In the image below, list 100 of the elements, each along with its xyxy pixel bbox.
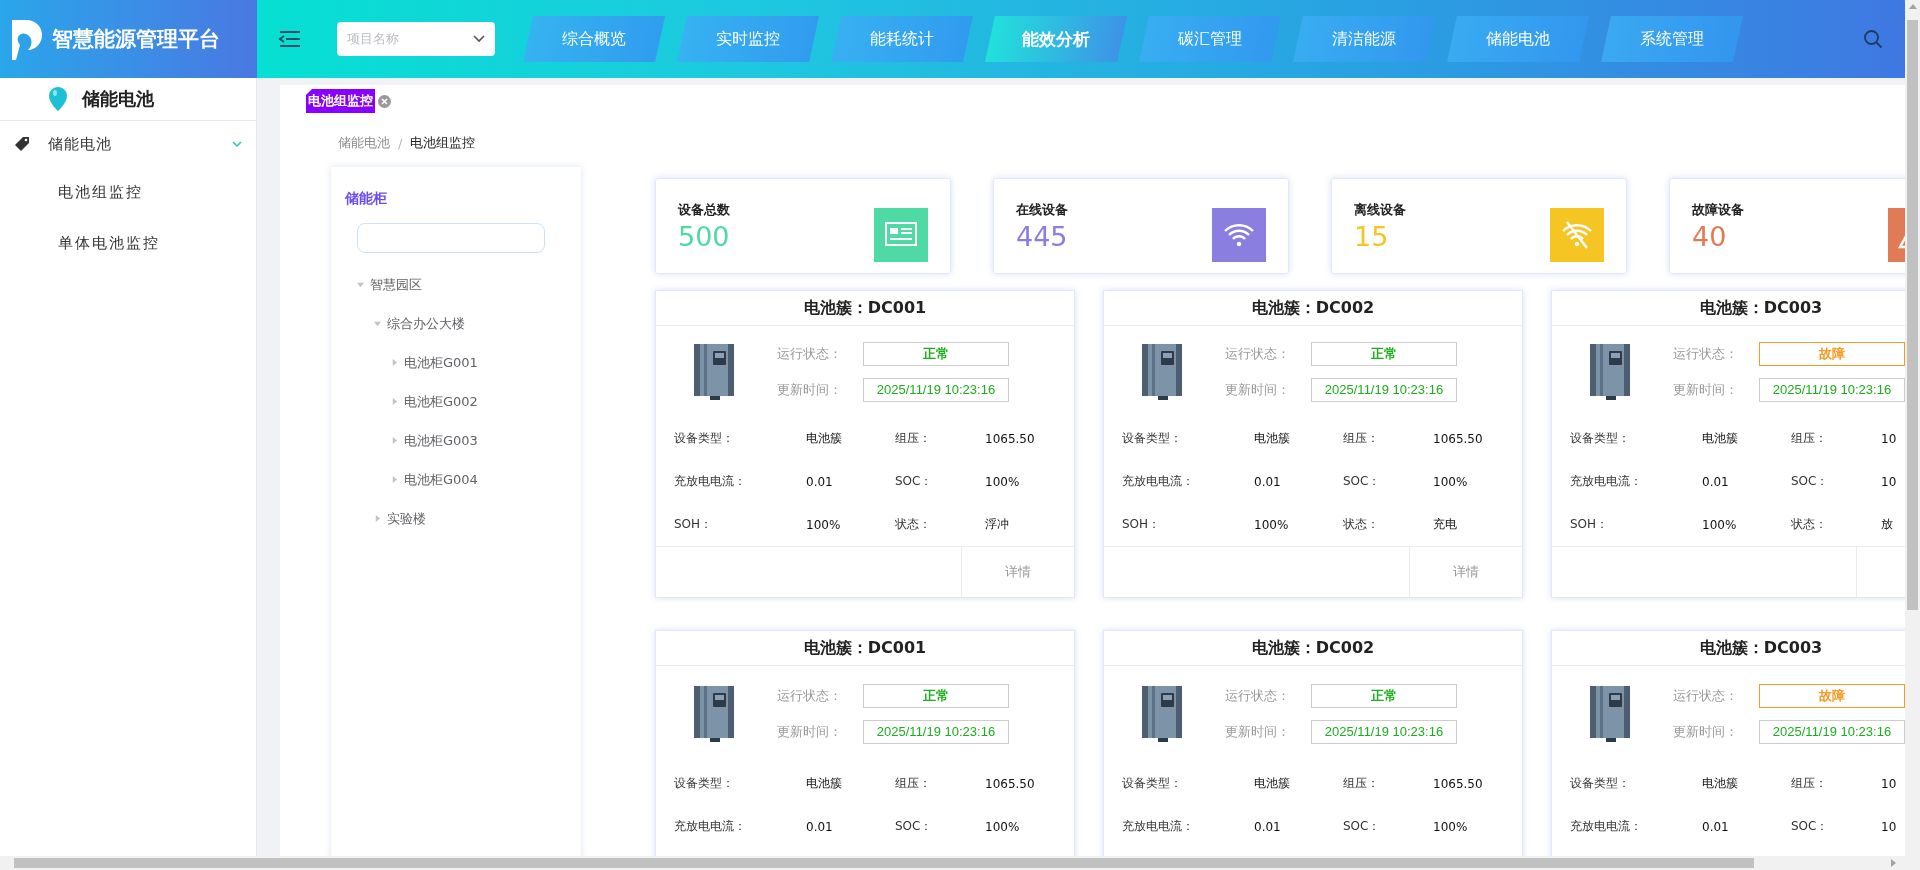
- battery-cabinet-icon: [1141, 341, 1183, 402]
- field-value: 0.01: [806, 474, 834, 489]
- nav-tab[interactable]: 系统管理: [1601, 16, 1743, 62]
- tag-icon: [14, 136, 30, 152]
- tree-node[interactable]: 电池柜G002: [345, 382, 581, 421]
- field-label: 更新时间：: [777, 723, 843, 741]
- tree-search-field[interactable]: [357, 223, 545, 253]
- field-value: 0.01: [1702, 474, 1730, 489]
- field-value: 100%: [1254, 517, 1290, 532]
- field-label: 更新时间：: [1225, 723, 1291, 741]
- scroll-up-arrow-icon[interactable]: [1908, 4, 1917, 9]
- menu-icon[interactable]: [277, 29, 303, 49]
- field-label: 运行状态：: [777, 344, 843, 363]
- breadcrumb-item[interactable]: 储能电池: [338, 134, 390, 152]
- battery-cabinet-icon: [693, 341, 735, 402]
- id-card-icon: [874, 208, 928, 262]
- field-label: 充放电电流：: [674, 473, 747, 490]
- caret-icon: [391, 359, 398, 366]
- wifi-icon: [1212, 208, 1266, 262]
- sidebar-title: 储能电池: [82, 87, 154, 111]
- nav-tab[interactable]: 碳汇管理: [1139, 16, 1281, 62]
- field-value: 充电: [1433, 516, 1458, 533]
- status-value: 正常: [863, 341, 1009, 366]
- stat-label: 故障设备: [1692, 201, 1745, 219]
- tree-node[interactable]: 电池柜G003: [345, 421, 581, 460]
- card-title: 电池簇：DC001: [656, 291, 1074, 326]
- field-label: 运行状态：: [777, 687, 843, 705]
- field-value: 1065.50: [1433, 431, 1484, 446]
- field-value: 浮冲: [985, 516, 1010, 533]
- nav-tab[interactable]: 清洁能源: [1293, 16, 1435, 62]
- field-label: 状态：: [1343, 516, 1380, 533]
- caret-icon: [391, 398, 398, 405]
- tree-node[interactable]: 实验楼: [345, 499, 581, 538]
- field-label: 组压：: [1791, 775, 1828, 792]
- field-value: 10: [1881, 431, 1898, 446]
- battery-cabinet-icon: [1141, 684, 1183, 744]
- sidebar-submenu-item[interactable]: 电池组监控: [0, 167, 256, 218]
- search-icon[interactable]: [1863, 29, 1883, 49]
- field-value: 电池簇: [806, 430, 843, 447]
- status-value: 正常: [1311, 341, 1457, 366]
- wifi-off-icon: [1550, 208, 1604, 262]
- field-label: 状态：: [1791, 516, 1828, 533]
- vertical-scrollbar-thumb[interactable]: [1907, 20, 1918, 610]
- field-value: 0.01: [1254, 819, 1282, 834]
- field-label: SOC：: [1791, 473, 1830, 490]
- field-value: 100%: [985, 474, 1021, 489]
- field-label: SOH：: [1122, 516, 1162, 533]
- horizontal-scrollbar-thumb[interactable]: [14, 858, 1754, 868]
- field-label: 组压：: [1791, 430, 1828, 447]
- field-value: 0.01: [806, 819, 834, 834]
- details-button[interactable]: 详情: [1409, 547, 1522, 597]
- field-value: 电池簇: [806, 775, 843, 792]
- field-label: 组压：: [895, 775, 932, 792]
- field-label: 设备类型：: [1570, 775, 1631, 792]
- field-value: 0.01: [1702, 819, 1730, 834]
- caret-icon: [374, 515, 381, 522]
- stat-value: 445: [1016, 221, 1068, 253]
- nav-tab[interactable]: 实时监控: [677, 16, 819, 62]
- page-tab[interactable]: 电池组监控: [306, 89, 375, 113]
- stat-label: 设备总数: [678, 201, 731, 219]
- caret-icon: [391, 476, 398, 483]
- breadcrumb-separator: /: [398, 135, 403, 151]
- field-label: 运行状态：: [1673, 344, 1739, 363]
- tree-node[interactable]: 智慧园区: [345, 265, 581, 304]
- details-button[interactable]: 详情: [961, 547, 1074, 597]
- nav-tab[interactable]: 能耗统计: [831, 16, 973, 62]
- field-label: 充放电电流：: [1570, 473, 1643, 490]
- field-label: SOH：: [674, 516, 714, 533]
- field-label: 运行状态：: [1225, 344, 1291, 363]
- status-value: 正常: [863, 684, 1009, 708]
- tree-node[interactable]: 电池柜G001: [345, 343, 581, 382]
- field-label: 更新时间：: [1673, 723, 1739, 741]
- field-value: 1065.50: [985, 776, 1036, 791]
- tree-node[interactable]: 综合办公大楼: [345, 304, 581, 343]
- time-value: 2025/11/19 10:23:16: [1311, 720, 1457, 744]
- field-label: SOH：: [1570, 516, 1610, 533]
- battery-cabinet-icon: [1589, 341, 1631, 402]
- tree-node[interactable]: 电池柜G004: [345, 460, 581, 499]
- caret-icon: [374, 320, 381, 327]
- field-label: 设备类型：: [674, 775, 735, 792]
- scroll-right-arrow-icon[interactable]: [1891, 859, 1896, 867]
- card-title: 电池簇：DC001: [656, 631, 1074, 666]
- field-value: 100%: [806, 517, 842, 532]
- sidebar-menu-item[interactable]: 储能电池: [0, 121, 256, 167]
- caret-icon: [391, 437, 398, 444]
- nav-tab[interactable]: 储能电池: [1447, 16, 1589, 62]
- project-select[interactable]: 项目名称: [337, 22, 495, 56]
- logo-icon: [10, 18, 44, 60]
- close-icon[interactable]: [378, 94, 391, 108]
- stat-value: 500: [678, 221, 730, 253]
- nav-tab[interactable]: 综合概览: [523, 16, 665, 62]
- caret-icon: [357, 281, 364, 288]
- field-value: 100%: [985, 819, 1021, 834]
- sidebar-submenu-item[interactable]: 单体电池监控: [0, 218, 256, 269]
- status-value: 故障: [1759, 341, 1905, 366]
- field-value: 10: [1881, 776, 1898, 791]
- stat-label: 在线设备: [1016, 201, 1069, 219]
- card-title: 电池簇：DC002: [1104, 291, 1522, 326]
- field-value: 电池簇: [1254, 775, 1291, 792]
- nav-tab[interactable]: 能效分析: [985, 16, 1127, 62]
